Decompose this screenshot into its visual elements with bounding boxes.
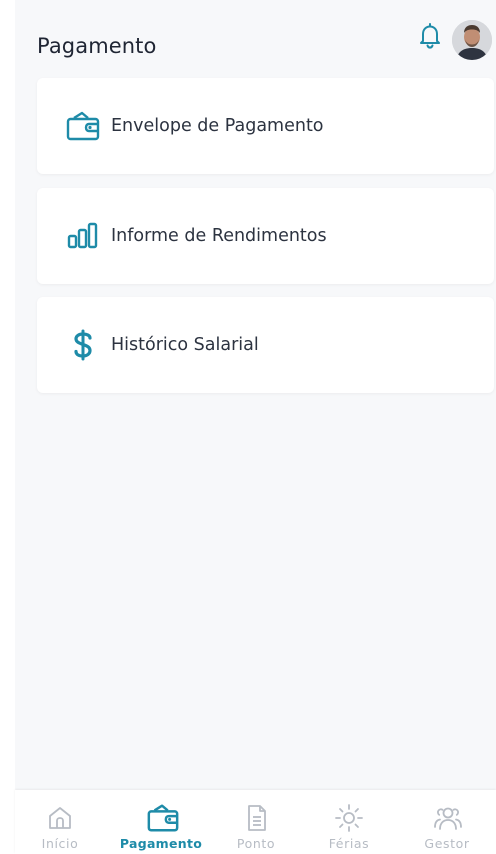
menu-item-historico-salarial[interactable]: Histórico Salarial xyxy=(37,297,494,393)
nav-item-ferias[interactable]: Férias xyxy=(304,790,394,854)
home-icon xyxy=(45,803,75,833)
sun-icon xyxy=(334,803,364,833)
dollar-icon xyxy=(65,329,101,361)
bottom-navigation: Início Pagamento Ponto Férias Gestor xyxy=(15,790,496,854)
nav-label: Férias xyxy=(328,836,370,851)
wallet-icon xyxy=(65,110,101,142)
menu-item-label: Informe de Rendimentos xyxy=(111,226,327,246)
nav-item-inicio[interactable]: Início xyxy=(15,790,105,854)
menu-item-label: Histórico Salarial xyxy=(111,335,259,355)
users-icon xyxy=(432,803,462,833)
page-title: Pagamento xyxy=(37,34,157,58)
notification-bell-icon[interactable] xyxy=(417,22,443,50)
menu-item-informe-rendimentos[interactable]: Informe de Rendimentos xyxy=(37,188,494,284)
nav-label: Ponto xyxy=(236,836,276,851)
nav-label: Início xyxy=(41,836,79,851)
nav-item-pagamento[interactable]: Pagamento xyxy=(116,790,206,854)
user-avatar[interactable] xyxy=(452,20,492,60)
menu-item-envelope-pagamento[interactable]: Envelope de Pagamento xyxy=(37,78,494,174)
document-icon xyxy=(241,803,271,833)
nav-item-ponto[interactable]: Ponto xyxy=(211,790,301,854)
menu-item-label: Envelope de Pagamento xyxy=(111,116,324,136)
nav-label: Pagamento xyxy=(119,836,203,851)
wallet-icon xyxy=(146,803,179,833)
nav-item-gestor[interactable]: Gestor xyxy=(402,790,492,854)
app-screen: Pagamento Envelope de Pagamento Informe … xyxy=(15,0,496,854)
nav-label: Gestor xyxy=(424,836,470,851)
bar-chart-icon xyxy=(65,220,101,252)
